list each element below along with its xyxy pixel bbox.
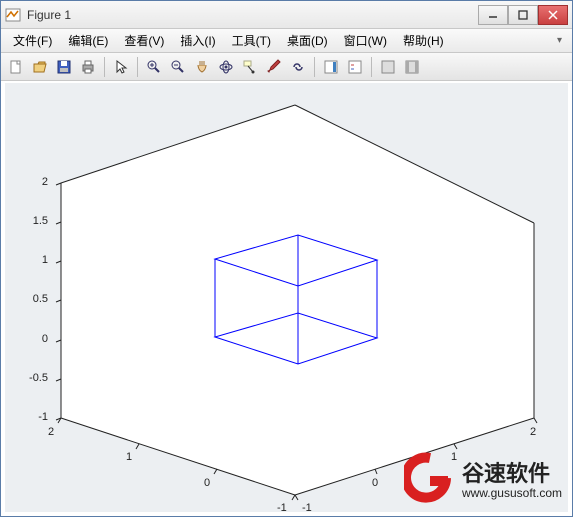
link-icon[interactable] (287, 56, 309, 78)
y-tick-label: -1 (277, 502, 287, 514)
window-title: Figure 1 (27, 8, 478, 22)
pan-icon[interactable] (191, 56, 213, 78)
toolbar-separator (104, 57, 105, 77)
colorbar-icon[interactable] (320, 56, 342, 78)
x-tick-label: 0 (372, 477, 378, 489)
menu-help[interactable]: 帮助(H) (395, 29, 452, 52)
new-file-icon[interactable] (5, 56, 27, 78)
menu-insert[interactable]: 插入(I) (172, 29, 223, 52)
save-icon[interactable] (53, 56, 75, 78)
figure-window: Figure 1 文件(F) 编辑(E) 查看(V) 插入(I) 工具(T) 桌… (0, 0, 573, 517)
menu-view[interactable]: 查看(V) (116, 29, 172, 52)
toolbar-separator (137, 57, 138, 77)
menu-overflow-icon[interactable]: ▾ (551, 32, 568, 49)
toolbar-separator (314, 57, 315, 77)
x-tick-label: 2 (530, 426, 536, 438)
minimize-button[interactable] (478, 5, 508, 25)
menu-edit[interactable]: 编辑(E) (60, 29, 116, 52)
menu-desktop[interactable]: 桌面(D) (279, 29, 336, 52)
hide-plot-tools-icon[interactable] (377, 56, 399, 78)
zoom-out-icon[interactable] (167, 56, 189, 78)
toolbar-separator (371, 57, 372, 77)
z-tick-label: 1.5 (22, 215, 48, 227)
title-bar: Figure 1 (1, 1, 572, 29)
maximize-button[interactable] (508, 5, 538, 25)
z-tick-label: -1 (26, 411, 48, 423)
toolbar (1, 53, 572, 81)
menu-file[interactable]: 文件(F) (5, 29, 60, 52)
menu-window[interactable]: 窗口(W) (336, 29, 395, 52)
z-tick-label: 1 (28, 254, 48, 266)
window-buttons (478, 5, 568, 25)
legend-icon[interactable] (344, 56, 366, 78)
y-tick-label: 2 (48, 426, 54, 438)
menu-tools[interactable]: 工具(T) (224, 29, 279, 52)
print-icon[interactable] (77, 56, 99, 78)
z-tick-label: -0.5 (20, 372, 48, 384)
y-tick-label: 1 (126, 451, 132, 463)
data-cursor-icon[interactable] (239, 56, 261, 78)
menu-bar: 文件(F) 编辑(E) 查看(V) 插入(I) 工具(T) 桌面(D) 窗口(W… (1, 29, 572, 53)
z-tick-label: 0.5 (22, 293, 48, 305)
figure-canvas[interactable]: 2 1.5 1 0.5 0 -0.5 -1 2 1 0 -1 -1 0 1 2 … (5, 83, 568, 512)
zoom-in-icon[interactable] (143, 56, 165, 78)
rotate3d-icon[interactable] (215, 56, 237, 78)
close-button[interactable] (538, 5, 568, 25)
x-tick-label: -1 (302, 502, 312, 514)
brush-icon[interactable] (263, 56, 285, 78)
show-plot-tools-icon[interactable] (401, 56, 423, 78)
open-icon[interactable] (29, 56, 51, 78)
z-tick-label: 2 (28, 176, 48, 188)
axes-3d (15, 83, 560, 513)
y-tick-label: 0 (204, 477, 210, 489)
pointer-icon[interactable] (110, 56, 132, 78)
x-tick-label: 1 (451, 451, 457, 463)
app-icon (5, 7, 21, 23)
z-tick-label: 0 (28, 333, 48, 345)
